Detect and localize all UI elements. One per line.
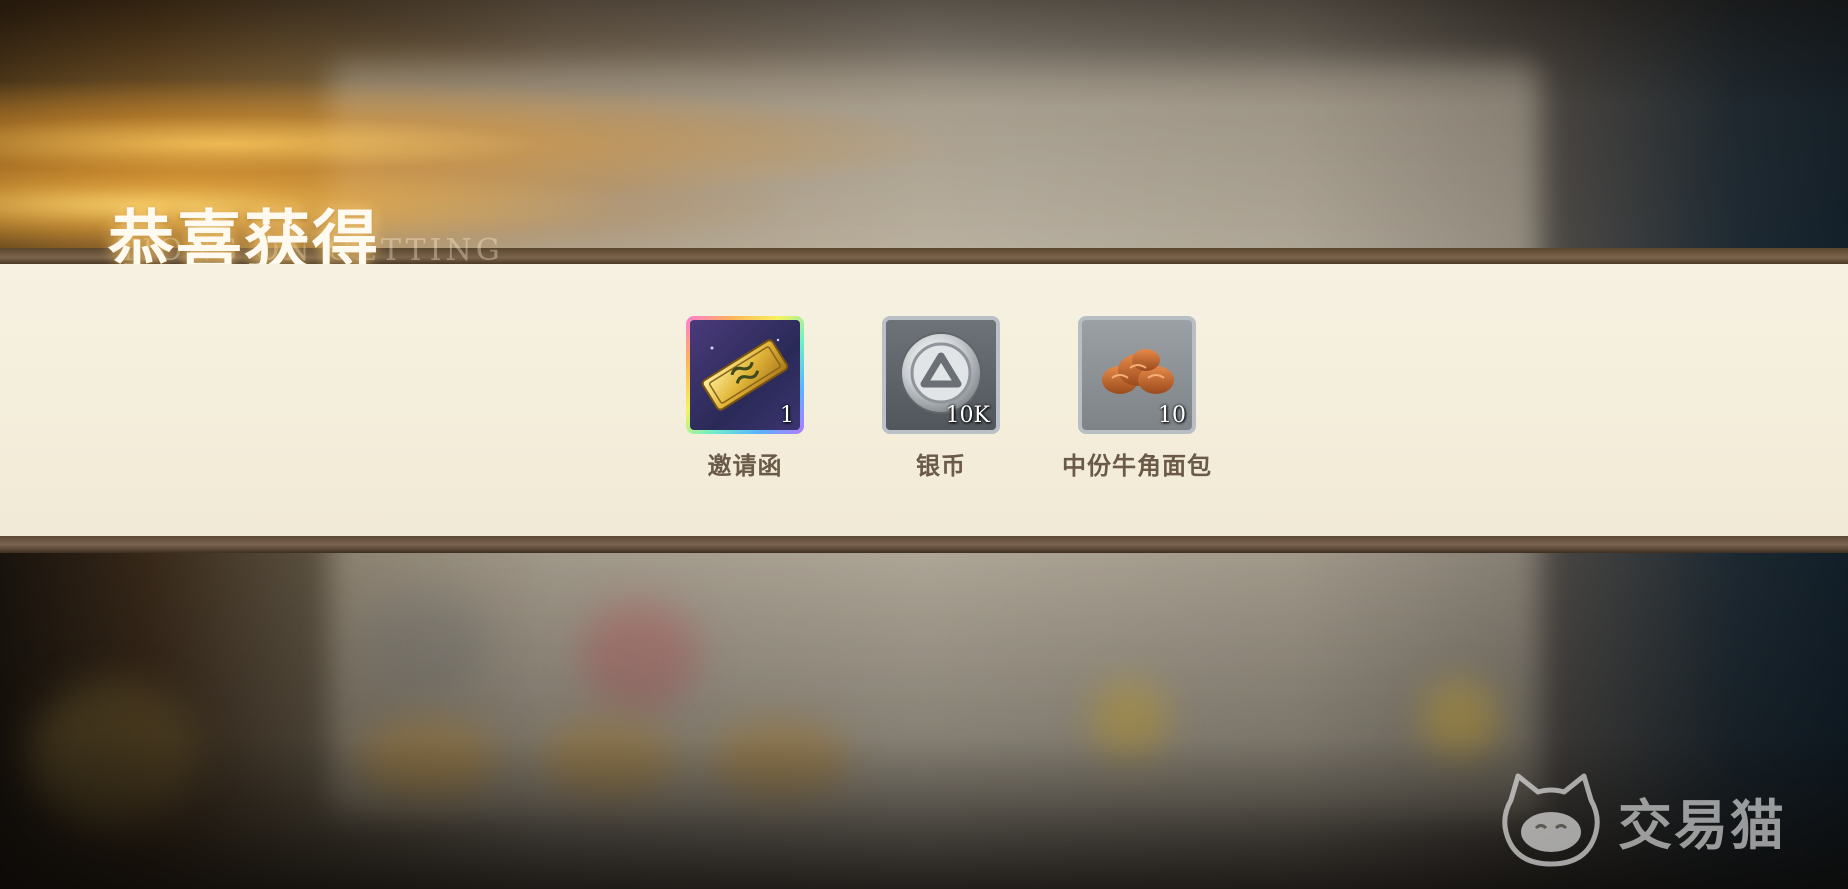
reward-slot[interactable]: 1 [686, 316, 804, 434]
reward-slot[interactable]: 10 [1078, 316, 1196, 434]
reward-count: 1 [780, 403, 794, 428]
banner-bottom-border [0, 536, 1848, 553]
reward-item-silver-coin[interactable]: 10K 银币 [866, 316, 1016, 481]
reward-count: 10 [1158, 403, 1186, 428]
reward-name: 银币 [916, 451, 966, 480]
reward-name: 中份牛角面包 [1062, 451, 1212, 480]
reward-item-invitation[interactable]: 1 邀请函 [670, 316, 820, 481]
reward-name: 邀请函 [707, 451, 783, 480]
cat-logo-icon [1502, 773, 1600, 867]
watermark: 交易猫 [1496, 770, 1786, 870]
reward-count: 10K [945, 403, 990, 428]
reward-item-croissant[interactable]: 10 中份牛角面包 [1062, 316, 1212, 481]
watermark-text: 交易猫 [1618, 793, 1786, 857]
reward-list: 1 邀请函 10K 银币 10 中份牛角面包 [670, 316, 1212, 481]
reward-popup-screen[interactable]: TIONS ON GETTING 恭喜获得 1 邀请函 10K 银币 10 中份… [0, 0, 1848, 889]
reward-slot[interactable]: 10K [882, 316, 1000, 434]
